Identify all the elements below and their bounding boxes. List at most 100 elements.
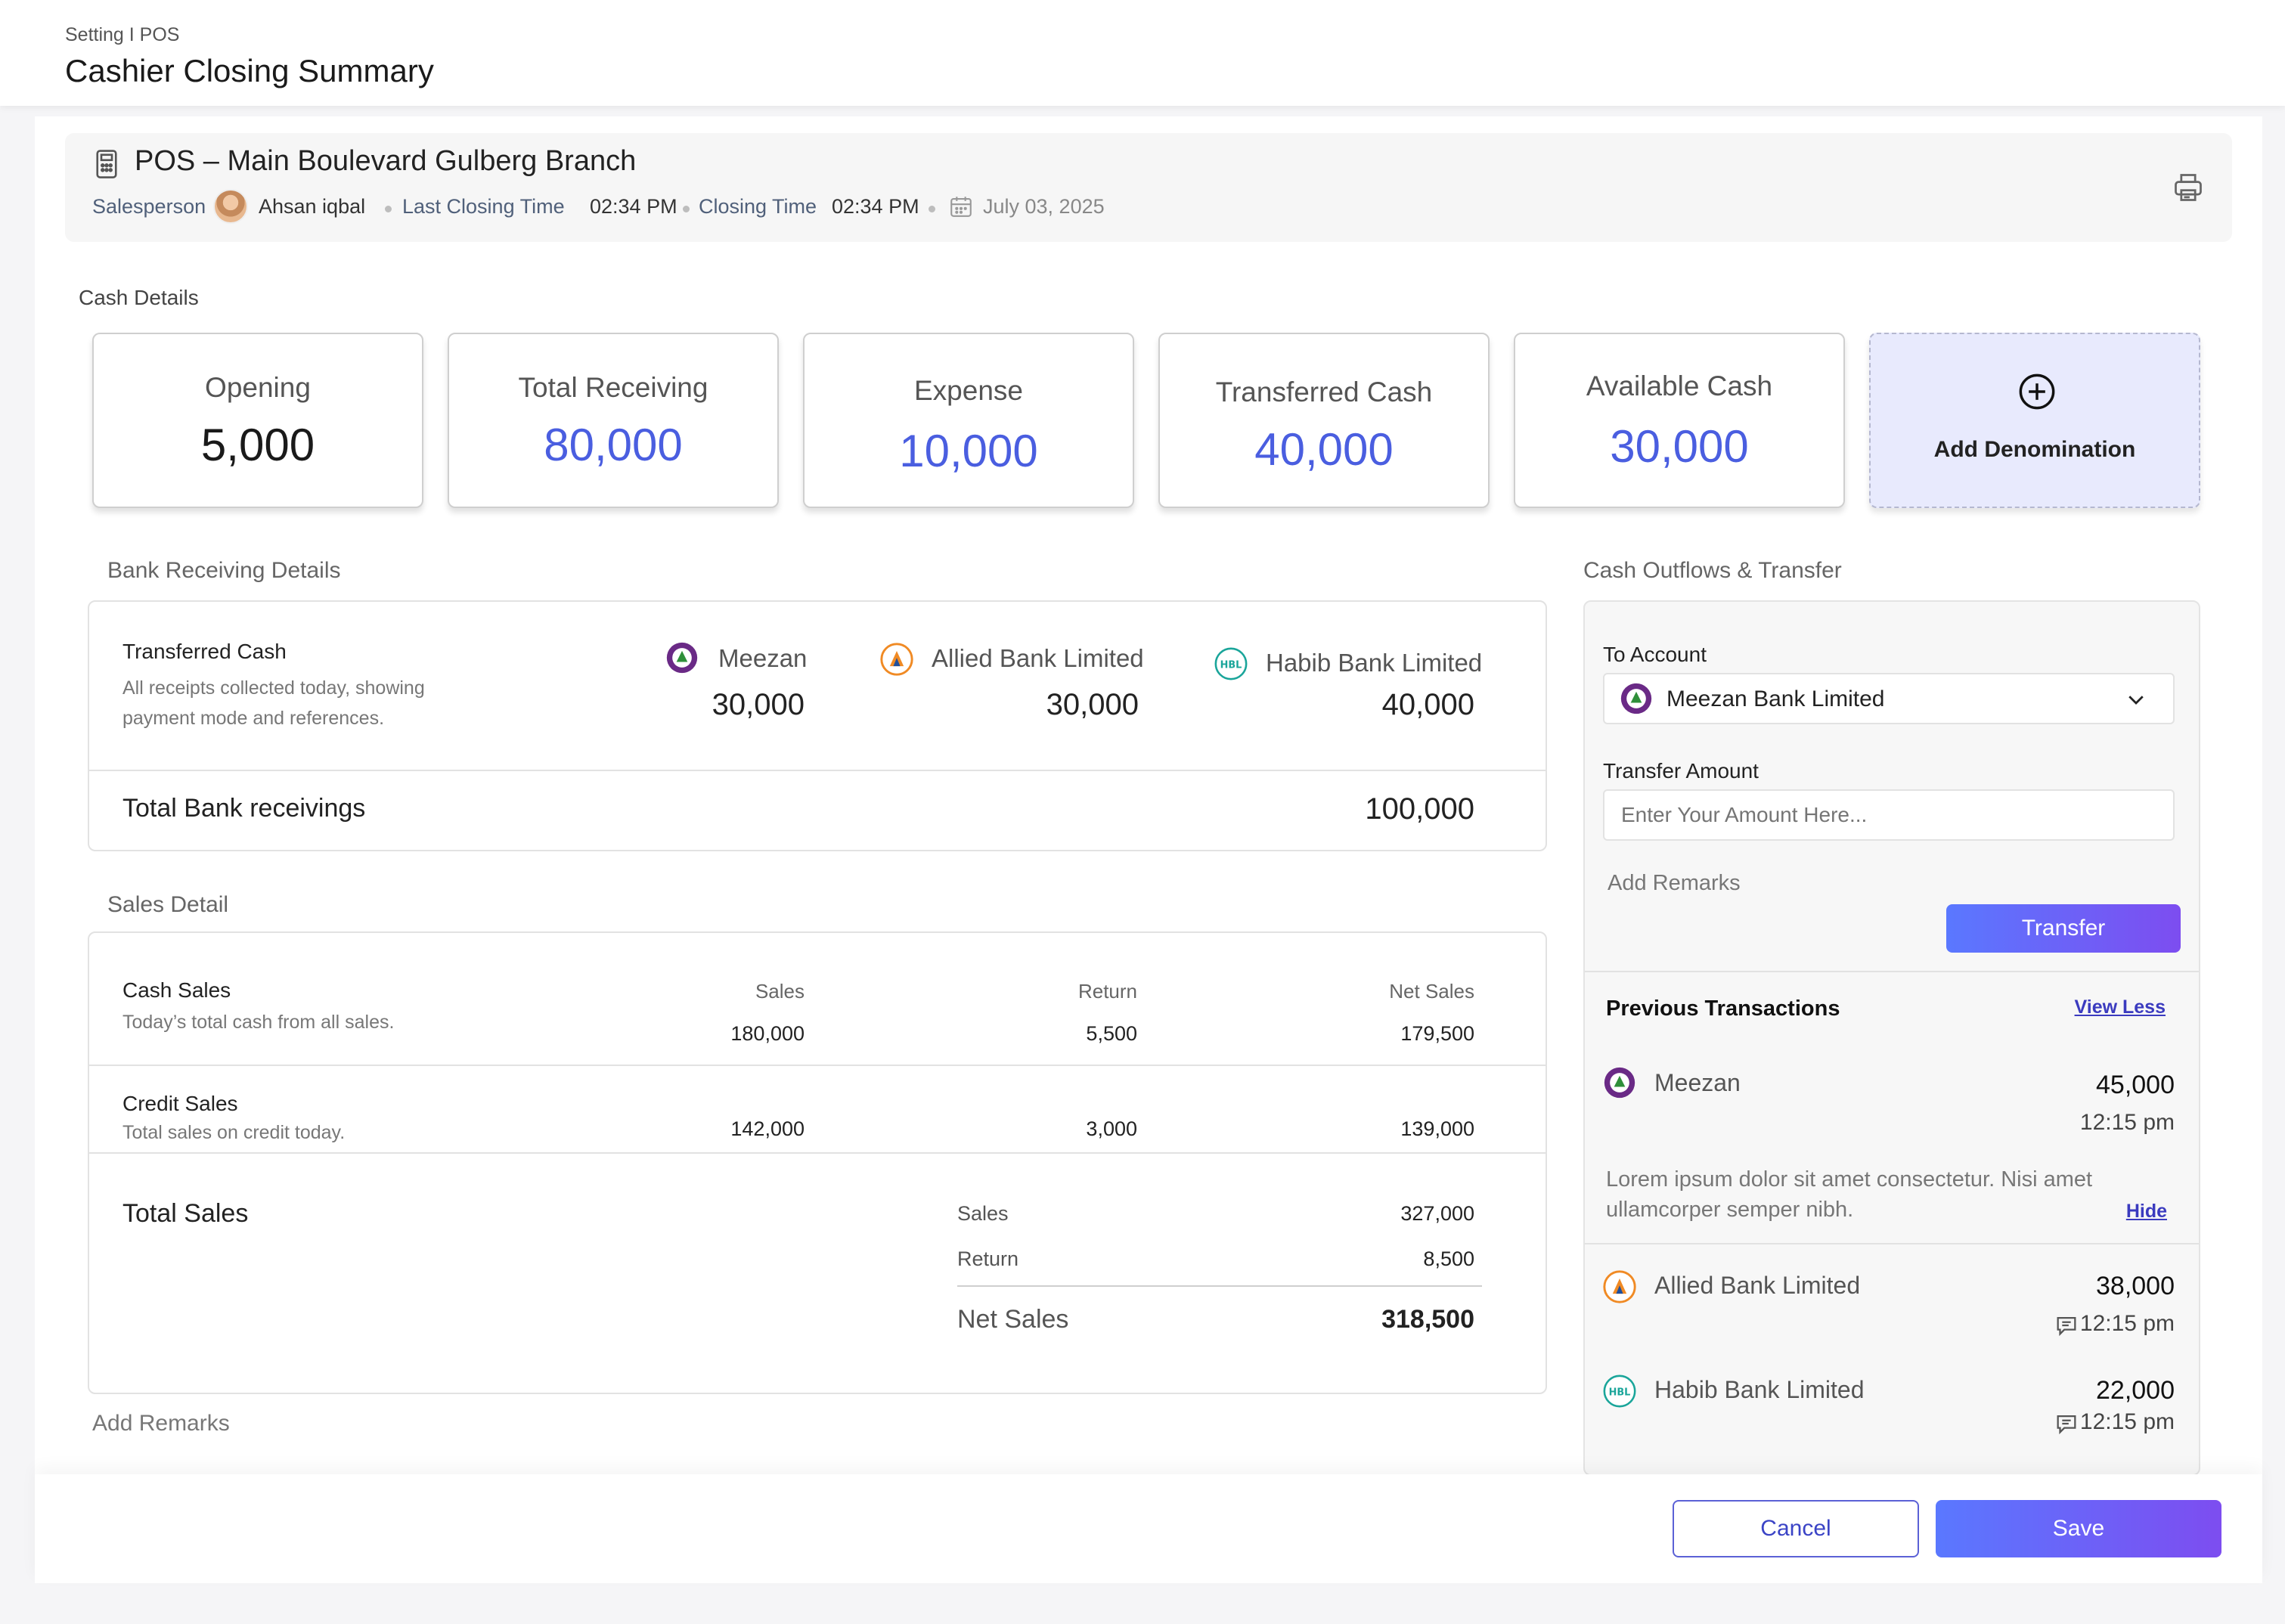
bank-name-allied: Allied Bank Limited <box>932 644 1144 672</box>
last-closing-time: 02:34 PM <box>590 195 677 218</box>
transaction-time: 12:15 pm <box>2079 1409 2175 1434</box>
cash-sales-desc: Today’s total cash from all sales. <box>122 1012 395 1033</box>
total-net-sales-value: 318,500 <box>1381 1305 1474 1334</box>
total-sales-title: Total Sales <box>122 1199 249 1228</box>
transferred-cash-title: Transferred Cash <box>122 640 287 663</box>
transaction-amount: 22,000 <box>2096 1376 2175 1405</box>
card-value: 5,000 <box>200 420 315 470</box>
credit-net-value: 139,000 <box>1400 1117 1474 1140</box>
allied-bank-logo-icon <box>1603 1270 1636 1303</box>
opening-card: Opening 5,000 <box>92 333 423 508</box>
total-receiving-card: Total Receiving 80,000 <box>448 333 779 508</box>
divider <box>89 1065 1546 1066</box>
last-closing-label: Last Closing Time <box>402 195 565 218</box>
pos-title: POS – Main Boulevard Gulberg Branch <box>135 145 637 177</box>
transaction-bank-name: Habib Bank Limited <box>1654 1376 1865 1403</box>
col-header-return: Return <box>1077 980 1137 1003</box>
cash-outflows-heading: Cash Outflows & Transfer <box>1583 558 1842 583</box>
closing-date: July 03, 2025 <box>983 195 1105 218</box>
available-cash-card: Available Cash 30,000 <box>1514 333 1845 508</box>
separator-dot <box>683 206 690 212</box>
divider <box>957 1285 1482 1287</box>
transaction-bank-name: Meezan <box>1654 1069 1741 1096</box>
transaction-amount: 45,000 <box>2096 1071 2175 1099</box>
sales-detail-heading: Sales Detail <box>107 892 229 917</box>
breadcrumb[interactable]: Setting I POS <box>65 24 179 46</box>
divider <box>1585 971 2199 972</box>
cash-sales-title: Cash Sales <box>122 978 231 1002</box>
card-value: 40,000 <box>1254 424 1394 475</box>
credit-return-value: 3,000 <box>1086 1117 1137 1140</box>
transaction-remark: ullamcorper semper nibh. <box>1606 1198 1854 1222</box>
salesperson-name: Ahsan iqbal <box>259 195 366 218</box>
card-label: Expense <box>914 375 1023 406</box>
expense-card: Expense 10,000 <box>803 333 1134 508</box>
comment-icon[interactable] <box>2054 1313 2079 1338</box>
page-title: Cashier Closing Summary <box>65 53 434 88</box>
salesperson-label: Salesperson <box>92 195 206 218</box>
total-sales-label: Sales <box>957 1202 1009 1225</box>
transferred-cash-desc: payment mode and references. <box>122 708 385 729</box>
divider <box>89 1152 1546 1154</box>
separator-dot <box>929 206 935 212</box>
add-denomination-button[interactable]: Add Denomination <box>1869 333 2200 508</box>
closing-time: 02:34 PM <box>832 195 919 218</box>
hbl-logo-icon: HBL <box>1214 647 1248 680</box>
card-value: 80,000 <box>544 420 683 470</box>
meezan-logo-icon <box>1620 683 1652 714</box>
transfer-amount-label: Transfer Amount <box>1603 759 1759 783</box>
total-return-value: 8,500 <box>1423 1247 1474 1270</box>
total-bank-receivings-label: Total Bank receivings <box>122 794 366 823</box>
cash-details-heading: Cash Details <box>79 286 199 309</box>
pos-terminal-icon <box>96 150 117 178</box>
total-sales-value: 327,000 <box>1400 1202 1474 1225</box>
card-label: Available Cash <box>1586 370 1773 401</box>
avatar <box>213 189 248 224</box>
cash-net-value: 179,500 <box>1400 1022 1474 1045</box>
card-value: 30,000 <box>1610 421 1749 472</box>
hide-link[interactable]: Hide <box>2126 1201 2167 1223</box>
plus-circle-icon <box>2019 373 2055 410</box>
footer-bar <box>35 1474 2262 1583</box>
divider <box>89 770 1546 771</box>
transfer-button[interactable]: Transfer <box>1946 904 2181 953</box>
chevron-down-icon[interactable] <box>2125 688 2147 711</box>
cash-sales-value: 180,000 <box>730 1022 805 1045</box>
comment-icon[interactable] <box>2054 1411 2079 1436</box>
meezan-logo-icon <box>1604 1067 1635 1099</box>
card-label: Total Receiving <box>518 372 708 403</box>
transferred-cash-card: Transferred Cash 40,000 <box>1158 333 1490 508</box>
allied-bank-logo-icon <box>880 643 913 676</box>
cash-return-value: 5,500 <box>1086 1022 1137 1045</box>
add-remarks-link[interactable]: Add Remarks <box>1608 871 1741 896</box>
print-icon[interactable] <box>2172 171 2205 204</box>
credit-sales-title: Credit Sales <box>122 1092 238 1115</box>
bank-amount-hbl: 40,000 <box>1381 688 1474 721</box>
bank-name-meezan: Meezan <box>718 644 808 672</box>
to-account-value: Meezan Bank Limited <box>1666 686 1885 711</box>
transaction-remark: Lorem ipsum dolor sit amet consectetur. … <box>1606 1167 2093 1192</box>
transaction-time: 12:15 pm <box>2079 1110 2175 1135</box>
save-button[interactable]: Save <box>1936 1500 2221 1557</box>
cancel-button[interactable]: Cancel <box>1673 1500 1919 1557</box>
closing-time-label: Closing Time <box>699 195 817 218</box>
bank-amount-allied: 30,000 <box>1046 688 1139 721</box>
view-less-link[interactable]: View Less <box>2075 996 2166 1018</box>
meezan-logo-icon <box>666 642 698 674</box>
svg-text:HBL: HBL <box>1609 1387 1631 1399</box>
add-remarks-link[interactable]: Add Remarks <box>92 1411 230 1436</box>
total-return-label: Return <box>957 1247 1019 1270</box>
separator-dot <box>385 206 392 212</box>
sales-detail-panel <box>88 931 1547 1394</box>
total-bank-receivings-value: 100,000 <box>1365 792 1474 826</box>
calendar-icon <box>950 197 972 217</box>
previous-transactions-title: Previous Transactions <box>1606 996 1840 1021</box>
total-net-sales-label: Net Sales <box>957 1305 1069 1334</box>
transaction-amount: 38,000 <box>2096 1272 2175 1300</box>
card-label: Transferred Cash <box>1215 377 1433 408</box>
transfer-amount-input[interactable] <box>1603 789 2175 841</box>
cash-outflows-panel <box>1583 600 2200 1476</box>
add-denomination-label: Add Denomination <box>1933 437 2136 462</box>
bank-amount-meezan: 30,000 <box>712 688 805 721</box>
col-header-net-sales: Net Sales <box>1389 980 1474 1003</box>
